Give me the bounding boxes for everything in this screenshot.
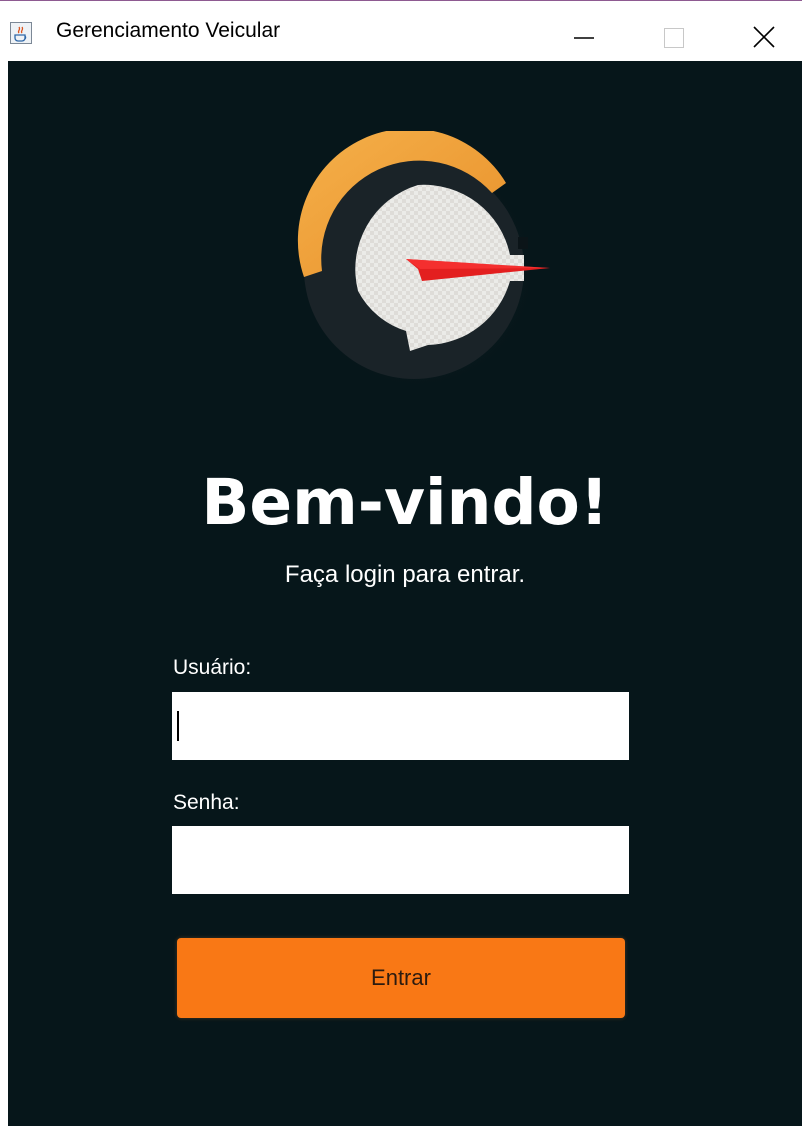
java-cup-icon[interactable] — [10, 22, 32, 44]
welcome-heading: Bem-vindo! — [201, 466, 609, 539]
close-button[interactable] — [734, 1, 794, 61]
title-bar[interactable]: Gerenciamento Veicular — [0, 1, 802, 61]
password-label: Senha: — [173, 791, 240, 814]
text-cursor — [177, 711, 179, 741]
minimize-icon — [574, 37, 594, 39]
login-panel: Bem-vindo! Faça login para entrar. Usuár… — [8, 61, 802, 1126]
login-subtitle: Faça login para entrar. — [284, 561, 526, 588]
login-button[interactable]: Entrar — [177, 938, 625, 1018]
window-title: Gerenciamento Veicular — [56, 19, 281, 42]
minimize-button[interactable] — [554, 1, 614, 61]
maximize-icon — [664, 28, 684, 48]
speedometer-gauge-icon — [293, 131, 550, 396]
close-icon — [753, 26, 775, 48]
app-window: Gerenciamento Veicular Bem-vindo! Faça l… — [0, 0, 802, 1126]
maximize-button[interactable] — [644, 1, 704, 61]
username-field[interactable] — [172, 692, 629, 760]
password-field[interactable] — [172, 826, 629, 894]
username-label: Usuário: — [173, 656, 252, 679]
